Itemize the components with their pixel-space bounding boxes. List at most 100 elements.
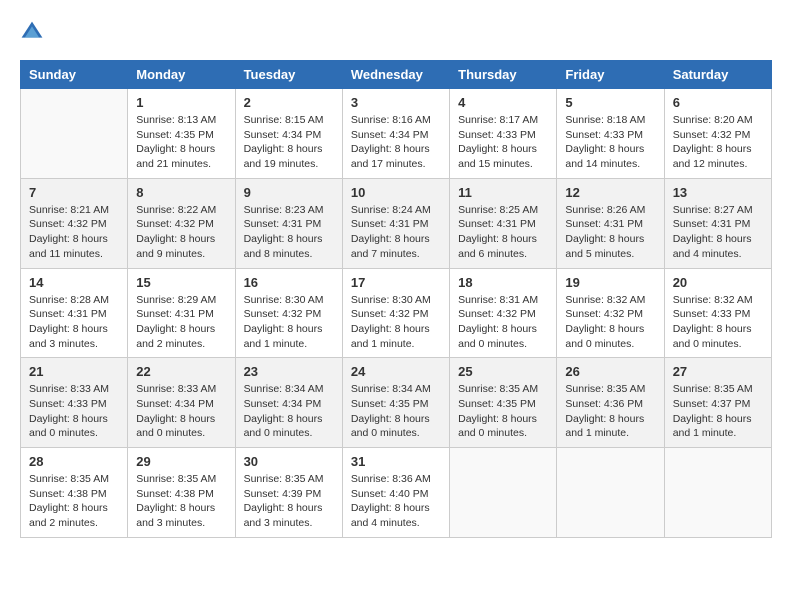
day-number: 19 [565, 275, 655, 290]
day-number: 17 [351, 275, 441, 290]
calendar-cell: 12 Sunrise: 8:26 AM Sunset: 4:31 PM Dayli… [557, 178, 664, 268]
day-info: Sunrise: 8:23 AM Sunset: 4:31 PM Dayligh… [244, 203, 334, 262]
day-number: 26 [565, 364, 655, 379]
calendar-cell: 11 Sunrise: 8:25 AM Sunset: 4:31 PM Dayli… [450, 178, 557, 268]
day-info: Sunrise: 8:15 AM Sunset: 4:34 PM Dayligh… [244, 113, 334, 172]
day-info: Sunrise: 8:34 AM Sunset: 4:35 PM Dayligh… [351, 382, 441, 441]
calendar-header-row: SundayMondayTuesdayWednesdayThursdayFrid… [21, 61, 772, 89]
day-number: 13 [673, 185, 763, 200]
day-info: Sunrise: 8:26 AM Sunset: 4:31 PM Dayligh… [565, 203, 655, 262]
calendar-cell: 25 Sunrise: 8:35 AM Sunset: 4:35 PM Dayli… [450, 358, 557, 448]
calendar-cell: 8Sunrise: 8:22 AM Sunset: 4:32 PM Daylig… [128, 178, 235, 268]
calendar-cell: 19 Sunrise: 8:32 AM Sunset: 4:32 PM Dayli… [557, 268, 664, 358]
day-info: Sunrise: 8:22 AM Sunset: 4:32 PM Dayligh… [136, 203, 226, 262]
calendar-cell: 27 Sunrise: 8:35 AM Sunset: 4:37 PM Dayli… [664, 358, 771, 448]
day-number: 21 [29, 364, 119, 379]
day-number: 3 [351, 95, 441, 110]
day-info: Sunrise: 8:35 AM Sunset: 4:38 PM Dayligh… [29, 472, 119, 531]
calendar-cell: 16 Sunrise: 8:30 AM Sunset: 4:32 PM Dayli… [235, 268, 342, 358]
calendar-cell: 28 Sunrise: 8:35 AM Sunset: 4:38 PM Dayli… [21, 448, 128, 538]
calendar-cell [450, 448, 557, 538]
day-number: 16 [244, 275, 334, 290]
day-number: 31 [351, 454, 441, 469]
day-info: Sunrise: 8:16 AM Sunset: 4:34 PM Dayligh… [351, 113, 441, 172]
day-number: 27 [673, 364, 763, 379]
calendar-cell: 9 Sunrise: 8:23 AM Sunset: 4:31 PM Daylig… [235, 178, 342, 268]
day-info: Sunrise: 8:17 AM Sunset: 4:33 PM Dayligh… [458, 113, 548, 172]
calendar-cell: 20 Sunrise: 8:32 AM Sunset: 4:33 PM Dayli… [664, 268, 771, 358]
calendar-cell: 30 Sunrise: 8:35 AM Sunset: 4:39 PM Dayli… [235, 448, 342, 538]
calendar-cell: 14 Sunrise: 8:28 AM Sunset: 4:31 PM Dayli… [21, 268, 128, 358]
calendar-cell [21, 89, 128, 179]
day-number: 9 [244, 185, 334, 200]
day-number: 15 [136, 275, 226, 290]
day-number: 28 [29, 454, 119, 469]
day-number: 18 [458, 275, 548, 290]
calendar-cell: 2 Sunrise: 8:15 AM Sunset: 4:34 PM Daylig… [235, 89, 342, 179]
calendar-header-saturday: Saturday [664, 61, 771, 89]
day-info: Sunrise: 8:36 AM Sunset: 4:40 PM Dayligh… [351, 472, 441, 531]
day-number: 22 [136, 364, 226, 379]
day-number: 5 [565, 95, 655, 110]
day-number: 24 [351, 364, 441, 379]
day-info: Sunrise: 8:35 AM Sunset: 4:36 PM Dayligh… [565, 382, 655, 441]
day-number: 11 [458, 185, 548, 200]
day-info: Sunrise: 8:30 AM Sunset: 4:32 PM Dayligh… [351, 293, 441, 352]
calendar-cell: 7 Sunrise: 8:21 AM Sunset: 4:32 PM Daylig… [21, 178, 128, 268]
day-info: Sunrise: 8:35 AM Sunset: 4:39 PM Dayligh… [244, 472, 334, 531]
day-info: Sunrise: 8:32 AM Sunset: 4:32 PM Dayligh… [565, 293, 655, 352]
day-number: 20 [673, 275, 763, 290]
calendar-header-monday: Monday [128, 61, 235, 89]
calendar-week-row: 1Sunrise: 8:13 AM Sunset: 4:35 PM Daylig… [21, 89, 772, 179]
calendar-header-friday: Friday [557, 61, 664, 89]
calendar-week-row: 7 Sunrise: 8:21 AM Sunset: 4:32 PM Daylig… [21, 178, 772, 268]
calendar-cell [557, 448, 664, 538]
day-info: Sunrise: 8:35 AM Sunset: 4:38 PM Dayligh… [136, 472, 226, 531]
logo [20, 20, 48, 44]
calendar-cell: 1Sunrise: 8:13 AM Sunset: 4:35 PM Daylig… [128, 89, 235, 179]
day-info: Sunrise: 8:33 AM Sunset: 4:34 PM Dayligh… [136, 382, 226, 441]
day-info: Sunrise: 8:28 AM Sunset: 4:31 PM Dayligh… [29, 293, 119, 352]
day-number: 23 [244, 364, 334, 379]
day-number: 30 [244, 454, 334, 469]
day-info: Sunrise: 8:35 AM Sunset: 4:37 PM Dayligh… [673, 382, 763, 441]
calendar-cell: 3 Sunrise: 8:16 AM Sunset: 4:34 PM Daylig… [342, 89, 449, 179]
calendar-cell: 31 Sunrise: 8:36 AM Sunset: 4:40 PM Dayli… [342, 448, 449, 538]
calendar-week-row: 21 Sunrise: 8:33 AM Sunset: 4:33 PM Dayli… [21, 358, 772, 448]
day-info: Sunrise: 8:31 AM Sunset: 4:32 PM Dayligh… [458, 293, 548, 352]
calendar-header-wednesday: Wednesday [342, 61, 449, 89]
day-info: Sunrise: 8:24 AM Sunset: 4:31 PM Dayligh… [351, 203, 441, 262]
calendar-cell: 6 Sunrise: 8:20 AM Sunset: 4:32 PM Daylig… [664, 89, 771, 179]
day-number: 6 [673, 95, 763, 110]
day-number: 25 [458, 364, 548, 379]
calendar-cell: 21 Sunrise: 8:33 AM Sunset: 4:33 PM Dayli… [21, 358, 128, 448]
day-number: 14 [29, 275, 119, 290]
day-number: 10 [351, 185, 441, 200]
calendar-cell: 22 Sunrise: 8:33 AM Sunset: 4:34 PM Dayli… [128, 358, 235, 448]
day-info: Sunrise: 8:32 AM Sunset: 4:33 PM Dayligh… [673, 293, 763, 352]
calendar-cell: 15 Sunrise: 8:29 AM Sunset: 4:31 PM Dayli… [128, 268, 235, 358]
day-info: Sunrise: 8:30 AM Sunset: 4:32 PM Dayligh… [244, 293, 334, 352]
day-info: Sunrise: 8:25 AM Sunset: 4:31 PM Dayligh… [458, 203, 548, 262]
page-header [20, 20, 772, 44]
day-info: Sunrise: 8:20 AM Sunset: 4:32 PM Dayligh… [673, 113, 763, 172]
calendar-header-sunday: Sunday [21, 61, 128, 89]
day-number: 2 [244, 95, 334, 110]
calendar-cell: 13 Sunrise: 8:27 AM Sunset: 4:31 PM Dayli… [664, 178, 771, 268]
calendar-week-row: 14 Sunrise: 8:28 AM Sunset: 4:31 PM Dayli… [21, 268, 772, 358]
day-info: Sunrise: 8:33 AM Sunset: 4:33 PM Dayligh… [29, 382, 119, 441]
day-number: 12 [565, 185, 655, 200]
calendar-cell [664, 448, 771, 538]
day-info: Sunrise: 8:34 AM Sunset: 4:34 PM Dayligh… [244, 382, 334, 441]
calendar-cell: 10 Sunrise: 8:24 AM Sunset: 4:31 PM Dayli… [342, 178, 449, 268]
logo-icon [20, 20, 44, 44]
day-info: Sunrise: 8:27 AM Sunset: 4:31 PM Dayligh… [673, 203, 763, 262]
day-info: Sunrise: 8:35 AM Sunset: 4:35 PM Dayligh… [458, 382, 548, 441]
day-info: Sunrise: 8:21 AM Sunset: 4:32 PM Dayligh… [29, 203, 119, 262]
day-info: Sunrise: 8:29 AM Sunset: 4:31 PM Dayligh… [136, 293, 226, 352]
calendar-header-thursday: Thursday [450, 61, 557, 89]
calendar-week-row: 28 Sunrise: 8:35 AM Sunset: 4:38 PM Dayli… [21, 448, 772, 538]
day-number: 4 [458, 95, 548, 110]
calendar-cell: 29Sunrise: 8:35 AM Sunset: 4:38 PM Dayli… [128, 448, 235, 538]
day-number: 7 [29, 185, 119, 200]
